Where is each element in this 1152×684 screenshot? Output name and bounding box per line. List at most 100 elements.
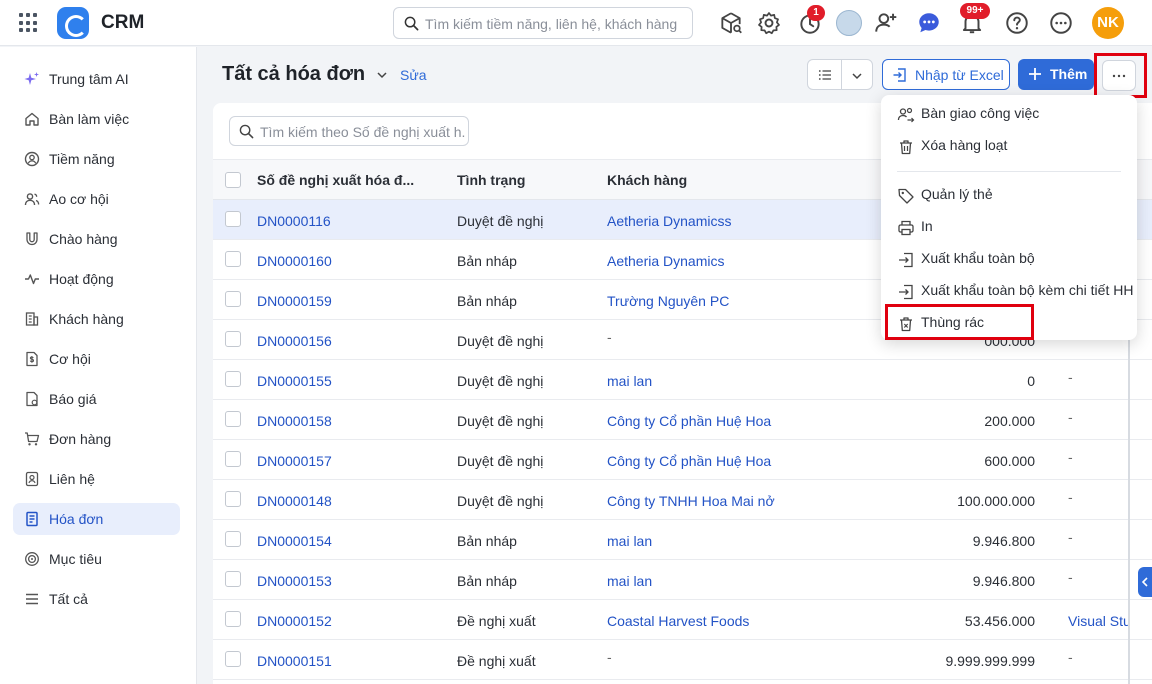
sidebar-item-opportunities[interactable]: Cơ hội <box>13 343 180 375</box>
cube-search-icon[interactable] <box>718 10 744 36</box>
invoice-number-link[interactable]: DN0000160 <box>257 253 332 269</box>
invoice-number-link[interactable]: DN0000151 <box>257 653 332 669</box>
invoice-number-link[interactable]: DN0000152 <box>257 613 332 629</box>
column-header[interactable]: Khách hàng <box>607 172 687 188</box>
row-checkbox[interactable] <box>225 651 241 667</box>
sparkle-icon <box>24 72 39 85</box>
invoice-number-link[interactable]: DN0000116 <box>257 213 331 229</box>
import-excel-button[interactable]: Nhập từ Excel <box>882 59 1010 90</box>
edit-view-link[interactable]: Sửa <box>400 67 427 83</box>
customer-link[interactable]: Aetheria Dynamicss <box>607 213 732 229</box>
menu-item-label: Xuất khẩu toàn bộ <box>921 250 1035 266</box>
column-header[interactable]: Tình trạng <box>457 172 525 188</box>
column-header[interactable]: Số đề nghị xuất hóa đ... <box>257 172 414 188</box>
app-grid-icon[interactable] <box>19 13 39 33</box>
chevron-down-icon[interactable] <box>851 70 863 82</box>
customer-link[interactable]: Aetheria Dynamics <box>607 253 725 269</box>
row-checkbox[interactable] <box>225 611 241 627</box>
row-checkbox[interactable] <box>225 491 241 507</box>
invoice-number-link[interactable]: DN0000155 <box>257 373 332 389</box>
more-circle-icon[interactable] <box>1048 10 1074 36</box>
row-checkbox[interactable] <box>225 291 241 307</box>
sidebar-item-customers[interactable]: Khách hàng <box>13 303 180 335</box>
sidebar-item-quotes[interactable]: Báo giá <box>13 383 180 415</box>
customer-link[interactable]: mai lan <box>607 533 652 549</box>
table-row[interactable]: DN0000153 Bản nháp mai lan 9.946.800 - <box>213 560 1152 600</box>
add-button[interactable]: Thêm <box>1018 59 1094 90</box>
sidebar-item-orders[interactable]: Đơn hàng <box>13 423 180 455</box>
sidebar-item-goals[interactable]: Mục tiêu <box>13 543 180 575</box>
list-search-input[interactable]: Tìm kiếm theo Số đề nghị xuất h... <box>229 116 469 146</box>
add-user-icon[interactable] <box>873 10 899 36</box>
row-checkbox[interactable] <box>225 371 241 387</box>
customer-link[interactable]: mai lan <box>607 573 652 589</box>
extra-value: - <box>1068 649 1073 665</box>
users-icon <box>24 193 40 206</box>
trash-icon <box>900 140 912 155</box>
table-row[interactable]: DN0000152 Đề nghị xuất Coastal Harvest Foo… <box>213 600 1152 640</box>
gear-icon[interactable] <box>756 10 782 36</box>
cart-icon <box>25 432 40 446</box>
highlight-trash-item <box>885 304 1034 340</box>
menu-item-export-all-detail[interactable]: Xuất khẩu toàn bộ kèm chi tiết HH <box>881 277 1137 307</box>
table-row[interactable]: DN0000154 Bản nháp mai lan 9.946.800 - <box>213 520 1152 560</box>
sidebar-item-leads[interactable]: Tiềm năng <box>13 143 180 175</box>
user-avatar[interactable]: NK <box>1092 7 1124 39</box>
row-checkbox[interactable] <box>225 251 241 267</box>
sidebar-item-activities[interactable]: Hoạt động <box>13 263 180 295</box>
customer-link[interactable]: Công ty Cổ phần Huệ Hoa <box>607 453 771 469</box>
invoice-number-link[interactable]: DN0000153 <box>257 573 332 589</box>
invoice-number-link[interactable]: DN0000148 <box>257 493 332 509</box>
menu-item-bulk-delete[interactable]: Xóa hàng loạt <box>881 132 1137 162</box>
sidebar-item-all[interactable]: Tất cả <box>13 583 180 615</box>
sidebar-item-opportunity-pool[interactable]: Ao cơ hội <box>13 183 180 215</box>
table-row[interactable]: DN0000148 Duyệt đề nghị Công ty TNHH Hoa M… <box>213 480 1152 520</box>
list-view-icon[interactable] <box>818 68 832 82</box>
select-all-checkbox[interactable] <box>225 172 241 188</box>
extra-value: - <box>1068 409 1073 425</box>
invoice-number-link[interactable]: DN0000157 <box>257 453 332 469</box>
row-checkbox[interactable] <box>225 331 241 347</box>
invoice-number-link[interactable]: DN0000159 <box>257 293 332 309</box>
assistant-avatar[interactable] <box>836 10 862 36</box>
menu-item-export-all[interactable]: Xuất khẩu toàn bộ <box>881 245 1137 275</box>
menu-item-handover[interactable]: Bàn giao công việc <box>881 100 1137 130</box>
row-checkbox[interactable] <box>225 451 241 467</box>
extra-value[interactable]: Visual Stu <box>1068 613 1131 629</box>
table-row[interactable]: DN0000151 Đề nghị xuất - 9.999.999.999 - <box>213 640 1152 680</box>
sidebar-item-ai-center[interactable]: Trung tâm AI <box>13 63 180 95</box>
export-detail-icon <box>899 284 913 300</box>
row-checkbox[interactable] <box>225 571 241 587</box>
view-toggle[interactable] <box>807 59 873 90</box>
customer-link[interactable]: mai lan <box>607 373 652 389</box>
invoice-number-link[interactable]: DN0000154 <box>257 533 332 549</box>
row-checkbox[interactable] <box>225 531 241 547</box>
global-search-input[interactable]: Tìm kiếm tiềm năng, liên hệ, khách hàng <box>393 7 693 39</box>
sidebar-item-workspace[interactable]: Bàn làm việc <box>13 103 180 135</box>
invoice-number-link[interactable]: DN0000156 <box>257 333 332 349</box>
row-checkbox[interactable] <box>225 411 241 427</box>
help-icon[interactable] <box>1004 10 1030 36</box>
customer-link[interactable]: Trường Nguyên PC <box>607 293 729 309</box>
side-panel-toggle[interactable] <box>1138 567 1152 597</box>
chat-icon[interactable] <box>916 10 942 36</box>
customer-link[interactable]: Công ty Cổ phần Huệ Hoa <box>607 413 771 429</box>
status-text: Duyệt đề nghị <box>457 493 544 509</box>
customer-link[interactable]: Coastal Harvest Foods <box>607 613 749 629</box>
table-row[interactable]: DN0000155 Duyệt đề nghị mai lan 0 - <box>213 360 1152 400</box>
menu-item-manage-tags[interactable]: Quản lý thẻ <box>881 181 1137 211</box>
row-checkbox[interactable] <box>225 211 241 227</box>
customer-link[interactable]: Công ty TNHH Hoa Mai nở <box>607 493 775 509</box>
menu-item-print[interactable]: In <box>881 213 1137 243</box>
chevron-down-icon[interactable] <box>376 69 388 81</box>
invoice-number-link[interactable]: DN0000158 <box>257 413 332 429</box>
table-row[interactable]: DN0000157 Duyệt đề nghị Công ty Cổ phần Hu… <box>213 440 1152 480</box>
scrollbar-track[interactable] <box>1128 340 1130 684</box>
sidebar-item-invoices[interactable]: Hóa đơn <box>13 503 180 535</box>
menu-item-label: Quản lý thẻ <box>921 186 993 202</box>
sidebar-item-offers[interactable]: Chào hàng <box>13 223 180 255</box>
sidebar-item-contacts[interactable]: Liên hệ <box>13 463 180 495</box>
status-text: Bản nháp <box>457 533 517 549</box>
table-row[interactable]: DN0000158 Duyệt đề nghị Công ty Cổ phần Hu… <box>213 400 1152 440</box>
quote-doc-icon <box>26 391 38 407</box>
